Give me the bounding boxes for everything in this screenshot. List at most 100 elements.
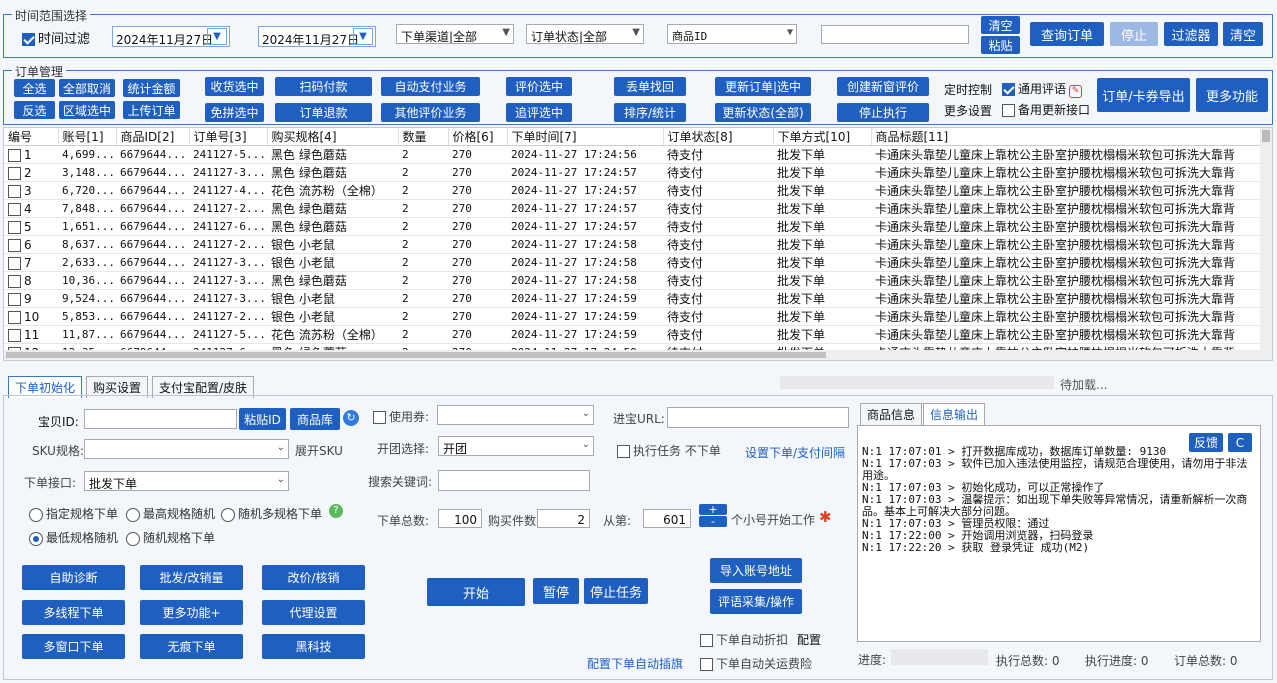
radio-specified[interactable]: 指定规格下单: [29, 505, 118, 522]
column-header[interactable]: 购买规格[4]: [267, 128, 399, 146]
wholesale-sales-button[interactable]: 批发/改销量: [140, 565, 243, 590]
table-row[interactable]: 4 7,848... 6679644... 241127-2... 黑色 绿色蘑菇 2 27…: [4, 199, 1262, 218]
table-row[interactable]: 1 4,699... 6679644... 241127-5... 黑色 绿色蘑菇 2 27…: [4, 145, 1262, 164]
radio-random[interactable]: 随机规格下单: [126, 529, 215, 546]
proxy-settings-button[interactable]: 代理设置: [262, 600, 365, 625]
column-header[interactable]: 商品ID[2]: [116, 128, 190, 146]
add-review-button[interactable]: 追评选中: [506, 103, 572, 122]
group-select[interactable]: 开团 ⌄: [438, 436, 594, 456]
column-header[interactable]: 下单时间[7]: [507, 128, 664, 146]
review-selected-button[interactable]: 评价选中: [506, 77, 572, 96]
horizontal-scrollbar[interactable]: [4, 350, 1272, 360]
item-id-input[interactable]: [84, 409, 237, 429]
refresh-icon[interactable]: ↻: [343, 410, 359, 426]
expand-sku-label[interactable]: 展开SKU: [295, 442, 343, 459]
stop-exec-button[interactable]: 停止执行: [837, 103, 929, 122]
receive-selected-button[interactable]: 收货选中: [205, 77, 264, 96]
table-row[interactable]: 2 3,148... 6679644... 241127-3... 黑色 绿色蘑菇 2 27…: [4, 163, 1262, 182]
review-collect-button[interactable]: 评语采集/操作: [710, 589, 802, 614]
query-orders-button[interactable]: 查询订单: [1030, 22, 1104, 46]
from-input[interactable]: 601: [643, 509, 691, 528]
table-row[interactable]: 9 9,524... 6679644... 241127-3... 银色 小老鼠 2 270…: [4, 289, 1262, 308]
exec-task-checkbox[interactable]: 执行任务 不下单: [617, 442, 721, 459]
timer-control-label[interactable]: 定时控制: [944, 81, 992, 98]
edit-icon[interactable]: ✎: [1069, 85, 1083, 98]
scrollbar-thumb[interactable]: [6, 352, 826, 358]
column-header[interactable]: 订单号[3]: [189, 128, 268, 146]
import-address-button[interactable]: 导入账号地址: [710, 558, 802, 583]
clear-button[interactable]: 清空: [981, 16, 1020, 34]
pause-button[interactable]: 暂停: [533, 578, 579, 604]
auto-close-fee-checkbox[interactable]: 下单自动关运费险: [700, 655, 812, 672]
table-row[interactable]: 7 2,633... 6679644... 241127-3... 银色 小老鼠 2 270…: [4, 253, 1262, 272]
qty-input[interactable]: 2: [537, 509, 590, 528]
table-row[interactable]: 11 11,87... 6679644... 241127-5... 花色 流苏粉（全棉…: [4, 325, 1262, 344]
table-row[interactable]: 5 1,651... 6679644... 241127-6... 黑色 绿色蘑菇 2 27…: [4, 217, 1262, 236]
shop-url-input[interactable]: [667, 407, 849, 428]
paste-button[interactable]: 粘贴: [981, 36, 1020, 54]
tab-product-info[interactable]: 商品信息: [860, 403, 923, 425]
radio-lowest[interactable]: 最低规格随机: [29, 529, 118, 546]
deselect-all-button[interactable]: 全部取消: [59, 79, 115, 97]
column-header[interactable]: 订单状态[8]: [663, 128, 774, 146]
column-header[interactable]: 下单方式[10]: [773, 128, 872, 146]
scan-pay-button[interactable]: 扫码付款: [275, 77, 372, 96]
total-amount-button[interactable]: 统计金额: [123, 79, 180, 97]
start-date-picker[interactable]: 2024年11月27日 ▼: [112, 26, 230, 47]
invert-select-button[interactable]: 反选: [14, 101, 55, 119]
column-header[interactable]: 编号: [4, 128, 59, 146]
other-review-button[interactable]: 其他评价业务: [381, 103, 480, 122]
channel-select[interactable]: 下单渠道|全部 ▼: [396, 24, 514, 44]
sku-select[interactable]: ⌄: [84, 439, 289, 459]
create-review-window-button[interactable]: 创建新窗评价: [837, 77, 929, 96]
start-button[interactable]: 开始: [427, 578, 525, 606]
retrieve-order-button[interactable]: 丢单找回: [614, 77, 686, 96]
filter-button[interactable]: 过滤器: [1164, 22, 1218, 46]
update-selected-button[interactable]: 更新订单|选中: [715, 77, 811, 96]
column-header[interactable]: 数量: [398, 128, 449, 146]
set-interval-link[interactable]: 设置下单/支付间隔: [745, 444, 845, 461]
table-row[interactable]: 6 8,637... 6679644... 241127-2... 银色 小老鼠 2 270…: [4, 235, 1262, 254]
row-checkbox[interactable]: [8, 292, 21, 306]
order-status-select[interactable]: 订单状态|全部 ▼: [526, 24, 644, 44]
table-row[interactable]: 10 5,853... 6679644... 241127-2... 银色 小老鼠 2 27…: [4, 307, 1262, 326]
row-checkbox[interactable]: [8, 238, 21, 252]
table-row[interactable]: 3 6,720... 6679644... 241127-4... 花色 流苏粉（全棉）…: [4, 181, 1262, 200]
api-select[interactable]: 批发下单 ⌄: [84, 471, 289, 491]
paste-id-button[interactable]: 粘贴ID: [239, 408, 286, 430]
row-checkbox[interactable]: [8, 256, 21, 270]
auto-insert-flag-link[interactable]: 配置下单自动插旗: [587, 655, 683, 672]
row-checkbox[interactable]: [8, 148, 21, 162]
update-status-button[interactable]: 更新状态(全部): [715, 103, 811, 122]
decrement-button[interactable]: -: [699, 515, 727, 528]
search-value-input[interactable]: [821, 25, 969, 44]
coupon-select[interactable]: ⌄: [437, 405, 594, 425]
scrollbar-thumb[interactable]: [1262, 130, 1270, 142]
free-group-button[interactable]: 免拼选中: [205, 103, 264, 122]
increment-button[interactable]: +: [699, 503, 727, 516]
row-checkbox[interactable]: [8, 202, 21, 216]
change-price-button[interactable]: 改价/核销: [262, 565, 365, 590]
general-review-checkbox[interactable]: 通用评语 ✎: [1002, 80, 1083, 98]
clear-all-button[interactable]: 清空: [1223, 22, 1263, 46]
product-library-button[interactable]: 商品库: [290, 408, 340, 430]
product-field-select[interactable]: 商品ID ▼: [667, 24, 797, 44]
total-input[interactable]: 100: [438, 509, 482, 528]
row-checkbox[interactable]: [8, 184, 21, 198]
stop-button[interactable]: 停止: [1110, 22, 1158, 46]
column-header[interactable]: 商品标题[11]: [871, 128, 1263, 146]
auto-discount-checkbox[interactable]: 下单自动折扣: [700, 631, 788, 648]
row-checkbox[interactable]: [8, 328, 21, 342]
feedback-button[interactable]: 反馈: [1189, 433, 1223, 452]
order-table[interactable]: 编号 账号[1] 商品ID[2] 订单号[3] 购买规格[4] 数量 价格[6] 下单时间[7…: [3, 127, 1273, 361]
traceless-order-button[interactable]: 无痕下单: [140, 634, 243, 659]
c-button[interactable]: C: [1228, 433, 1252, 452]
table-row[interactable]: 8 10,36... 6679644... 241127-3... 黑色 绿色蘑菇 2 27…: [4, 271, 1262, 290]
sort-stats-button[interactable]: 排序/统计: [614, 103, 686, 122]
column-header[interactable]: 价格[6]: [448, 128, 508, 146]
row-checkbox[interactable]: [8, 166, 21, 180]
row-checkbox[interactable]: [8, 310, 21, 324]
vertical-scrollbar[interactable]: [1260, 128, 1272, 360]
refund-button[interactable]: 订单退款: [275, 103, 372, 122]
row-checkbox[interactable]: [8, 220, 21, 234]
